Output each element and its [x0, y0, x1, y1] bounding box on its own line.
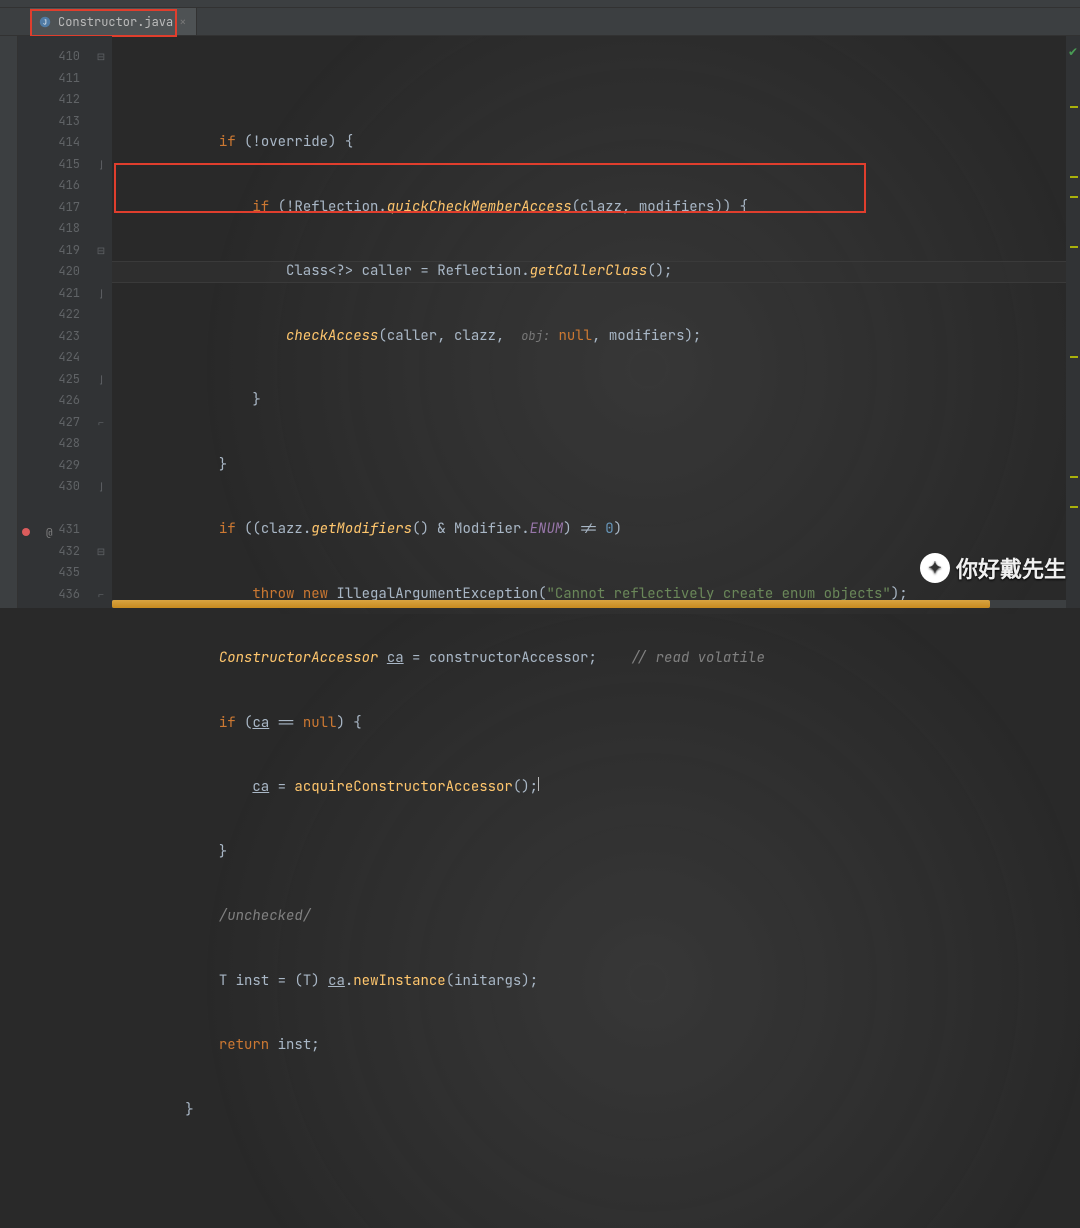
- scroll-marker-strip[interactable]: ✔: [1066, 36, 1080, 608]
- line-number: 413: [30, 111, 90, 133]
- line-number: 417: [30, 197, 90, 219]
- line-number: 425: [30, 369, 90, 391]
- tab-constructor-java[interactable]: J Constructor.java ×: [30, 8, 197, 35]
- line-number: 420: [30, 261, 90, 283]
- line-number: 416: [30, 175, 90, 197]
- line-number: 426: [30, 390, 90, 412]
- line-number: 410: [30, 46, 90, 68]
- line-number: 418: [30, 218, 90, 240]
- line-number: 424: [30, 347, 90, 369]
- java-file-icon: J: [38, 15, 52, 29]
- line-number: 429: [30, 455, 90, 477]
- line-number: 423: [30, 326, 90, 348]
- editor-tabbar: J Constructor.java ×: [0, 8, 1080, 36]
- fold-strip[interactable]: ⊟⌋ ⊟⌋ ⌋ ⌐⌋ ⊟⌐: [90, 36, 112, 608]
- line-number: 411: [30, 68, 90, 90]
- line-number: 431: [30, 519, 90, 541]
- svg-text:J: J: [43, 19, 47, 26]
- line-number: 430: [30, 476, 90, 498]
- override-gutter-icon[interactable]: @: [46, 526, 60, 540]
- line-number: 422: [30, 304, 90, 326]
- horizontal-scrollbar-thumb[interactable]: [112, 600, 990, 608]
- line-number: 415: [30, 154, 90, 176]
- line-number-gutter: 4104114124134144154164174184194204214224…: [30, 36, 90, 608]
- line-number: 428: [30, 433, 90, 455]
- line-number: 435: [30, 562, 90, 584]
- tab-filename: Constructor.java: [58, 14, 173, 30]
- editor: @ 41041141241341441541641741841942042142…: [0, 36, 1080, 608]
- line-number: 432: [30, 541, 90, 563]
- line-number: 436: [30, 584, 90, 606]
- breakpoint-marker[interactable]: [22, 528, 30, 536]
- top-toolbar: [0, 0, 1080, 8]
- tab-close-icon[interactable]: ×: [179, 14, 186, 30]
- line-number: 412: [30, 89, 90, 111]
- line-number: [30, 498, 90, 520]
- horizontal-scrollbar[interactable]: [112, 600, 1066, 608]
- line-number: 414: [30, 132, 90, 154]
- line-number: 427: [30, 412, 90, 434]
- code-area[interactable]: if (!override) { if (!Reflection.quickCh…: [112, 36, 1066, 608]
- activity-bar[interactable]: [0, 36, 18, 608]
- line-number: 421: [30, 283, 90, 305]
- line-number: 419: [30, 240, 90, 262]
- breakpoint-strip[interactable]: @: [18, 36, 30, 608]
- inspection-ok-icon: ✔: [1068, 44, 1078, 60]
